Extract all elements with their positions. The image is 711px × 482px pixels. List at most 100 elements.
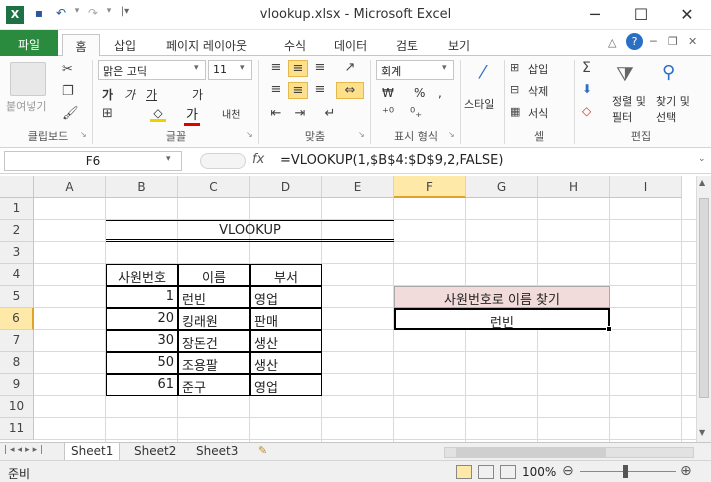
sort-filter-button[interactable]: 정렬 및 필터 [612, 94, 648, 126]
employee-name-cell[interactable]: 킹래원 [178, 308, 250, 330]
styles-icon[interactable]: ⁄ [470, 62, 496, 90]
row-header-3[interactable]: 3 [0, 242, 34, 264]
department-cell[interactable]: 생산 [250, 352, 322, 374]
lookup-result-cell[interactable]: 런빈 [394, 308, 610, 330]
border-icon[interactable]: ⊞ [102, 106, 113, 121]
table-header-cell[interactable]: 사원번호 [106, 264, 178, 286]
format-painter-icon[interactable]: 🖌 [62, 106, 79, 121]
scroll-down-icon[interactable]: ▼ [699, 428, 705, 437]
copy-icon[interactable]: ❐ [62, 84, 74, 99]
find-select-icon[interactable]: ⚲ [662, 62, 675, 83]
font-launcher-icon[interactable]: ↘ [246, 130, 253, 139]
employee-name-cell[interactable]: 런빈 [178, 286, 250, 308]
align-right-icon[interactable]: ≡ [310, 82, 330, 97]
horizontal-scroll-thumb[interactable] [456, 448, 606, 457]
table-header-cell[interactable]: 이름 [178, 264, 250, 286]
name-box[interactable]: F6 [4, 151, 182, 171]
tab-formulas[interactable]: 수식 [274, 34, 316, 56]
delete-cells-icon[interactable]: ⊟ [510, 83, 519, 96]
percent-button[interactable]: % [414, 86, 425, 100]
row-header-10[interactable]: 10 [0, 396, 34, 418]
font-name-dropdown-icon[interactable]: ▾ [194, 63, 199, 73]
sheet-tab-3[interactable]: Sheet3 [190, 443, 244, 461]
zoom-slider-track[interactable] [580, 471, 676, 472]
column-header-i[interactable]: I [610, 176, 682, 198]
bold-button[interactable]: 가 [102, 86, 113, 103]
merge-center-icon[interactable]: ⇔ [336, 82, 364, 99]
tab-insert[interactable]: 삽입 [104, 34, 146, 56]
clear-icon[interactable]: ◇ [582, 104, 591, 118]
employee-name-cell[interactable]: 조용팔 [178, 352, 250, 374]
sheet-nav-icon[interactable]: |◂◂▸▸| [4, 445, 46, 455]
page-layout-view-icon[interactable] [478, 465, 494, 479]
insert-cells-icon[interactable]: ⊞ [510, 61, 519, 74]
normal-view-icon[interactable] [456, 465, 472, 479]
department-cell[interactable]: 영업 [250, 374, 322, 396]
italic-button[interactable]: 가 [124, 86, 135, 103]
tab-page-layout[interactable]: 페이지 레이아웃 [156, 34, 257, 56]
font-color-icon[interactable]: 가 [184, 104, 200, 126]
row-header-5[interactable]: 5 [0, 286, 34, 308]
styles-button[interactable]: 스타일 [464, 96, 494, 112]
column-header-e[interactable]: E [322, 176, 394, 198]
find-select-button[interactable]: 찾기 및 선택 [656, 94, 698, 126]
column-header-c[interactable]: C [178, 176, 250, 198]
row-header-8[interactable]: 8 [0, 352, 34, 374]
row-header-7[interactable]: 7 [0, 330, 34, 352]
zoom-out-icon[interactable]: ⊖ [562, 463, 574, 479]
tab-review[interactable]: 검토 [386, 34, 428, 56]
window-minimize-icon[interactable]: ─ [650, 35, 657, 48]
alignment-launcher-icon[interactable]: ↘ [358, 130, 365, 139]
vertical-scroll-thumb[interactable] [699, 198, 709, 398]
sort-filter-icon[interactable]: ⧩ [616, 62, 634, 86]
row-header-4[interactable]: 4 [0, 264, 34, 286]
row-header-11[interactable]: 11 [0, 418, 34, 440]
increase-indent-icon[interactable]: ⇥ [290, 106, 310, 121]
column-header-h[interactable]: H [538, 176, 610, 198]
employee-id-cell[interactable]: 20 [106, 308, 178, 330]
currency-button[interactable]: ₩ [382, 86, 394, 100]
title-cell[interactable]: VLOOKUP [106, 220, 394, 242]
column-header-a[interactable]: A [34, 176, 106, 198]
minimize-button[interactable]: ─ [572, 0, 618, 30]
expand-formula-bar-icon[interactable]: ⌄ [698, 154, 706, 164]
maximize-button[interactable]: ☐ [618, 0, 664, 30]
employee-id-cell[interactable]: 50 [106, 352, 178, 374]
align-top-icon[interactable]: ≡ [266, 60, 286, 75]
zoom-slider-thumb[interactable] [623, 465, 628, 478]
row-header-6[interactable]: 6 [0, 308, 34, 330]
employee-id-cell[interactable]: 1 [106, 286, 178, 308]
decrease-decimal-icon[interactable]: ⁰₊ [410, 106, 422, 121]
zoom-level[interactable]: 100% [522, 465, 556, 479]
tab-data[interactable]: 데이터 [324, 34, 377, 56]
department-cell[interactable]: 판매 [250, 308, 322, 330]
align-bottom-icon[interactable]: ≡ [310, 60, 330, 75]
minimize-ribbon-icon[interactable]: △ [608, 36, 616, 49]
vertical-scrollbar[interactable]: ▲ ▼ [696, 176, 711, 442]
clipboard-launcher-icon[interactable]: ↘ [80, 130, 87, 139]
lookup-label-cell[interactable]: 사원번호로 이름 찾기 [394, 286, 610, 308]
phonetic-button[interactable]: 내천 [222, 106, 240, 121]
align-left-icon[interactable]: ≡ [266, 82, 286, 97]
delete-cells-button[interactable]: 삭제 [528, 83, 548, 99]
format-cells-icon[interactable]: ▦ [510, 105, 520, 118]
insert-function-button[interactable]: fx [252, 152, 264, 167]
column-header-g[interactable]: G [466, 176, 538, 198]
font-size-dropdown-icon[interactable]: ▾ [240, 63, 245, 73]
row-header-1[interactable]: 1 [0, 198, 34, 220]
wrap-text-icon[interactable]: ↵ [320, 106, 340, 121]
font-size-select[interactable]: 11 [208, 60, 252, 80]
department-cell[interactable]: 생산 [250, 330, 322, 352]
scroll-up-icon[interactable]: ▲ [699, 178, 705, 187]
formula-input[interactable]: =VLOOKUP(1,$B$4:$D$9,2,FALSE) [280, 153, 503, 168]
row-header-9[interactable]: 9 [0, 374, 34, 396]
employee-id-cell[interactable]: 30 [106, 330, 178, 352]
employee-id-cell[interactable]: 61 [106, 374, 178, 396]
zoom-in-icon[interactable]: ⊕ [680, 463, 692, 479]
row-header-2[interactable]: 2 [0, 220, 34, 242]
insert-cells-button[interactable]: 삽입 [528, 61, 548, 77]
autosum-icon[interactable]: Σ [582, 60, 591, 76]
formula-bar-resize-handle[interactable] [200, 153, 246, 169]
number-format-dropdown-icon[interactable]: ▾ [442, 63, 447, 73]
orientation-icon[interactable]: ↗ [340, 60, 360, 75]
